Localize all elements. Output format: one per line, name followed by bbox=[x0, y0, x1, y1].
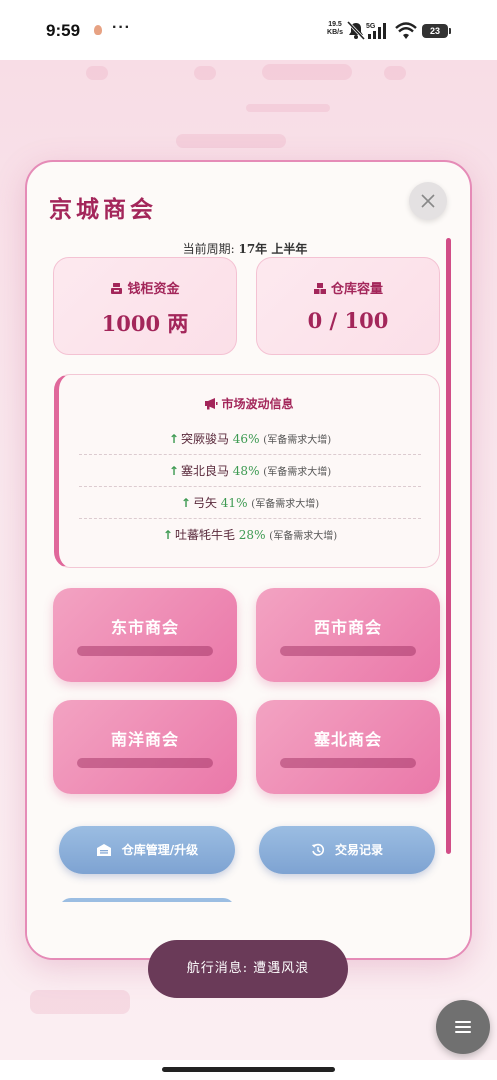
market-item-name: 吐蕃牦牛毛 bbox=[174, 528, 235, 542]
guild-name: 西市商会 bbox=[313, 618, 382, 637]
guild-bar bbox=[280, 646, 416, 656]
scrollbar[interactable] bbox=[446, 238, 451, 854]
status-time: 9:59 bbox=[46, 21, 81, 40]
market-item: ↑ 突厥骏马 46% (军备需求大增) bbox=[79, 423, 421, 455]
wifi-icon bbox=[395, 22, 417, 39]
guild-bar bbox=[77, 758, 213, 768]
battery-icon: 23 bbox=[422, 24, 451, 38]
storage-card: 仓库容量 0 / 100 bbox=[256, 257, 440, 355]
market-info-panel: 市场波动信息 ↑ 突厥骏马 46% (军备需求大增) ↑ 塞北良马 48% (军备需… bbox=[54, 374, 440, 568]
guild-name: 南洋商会 bbox=[110, 730, 179, 749]
cash-register-icon bbox=[111, 283, 123, 294]
guild-name: 塞北商会 bbox=[313, 730, 382, 749]
storage-value: 0 / 100 bbox=[307, 308, 389, 333]
mute-bell-icon bbox=[346, 20, 366, 41]
more-notifications-icon: ··· bbox=[112, 19, 131, 36]
market-title: 市场波动信息 bbox=[221, 397, 294, 411]
background-element bbox=[86, 66, 108, 80]
background-element bbox=[246, 104, 330, 112]
market-item-note: (军备需求大增) bbox=[263, 435, 332, 446]
close-button[interactable] bbox=[409, 182, 447, 220]
home-indicator[interactable] bbox=[162, 1067, 335, 1072]
market-item-pct: 46% bbox=[232, 432, 260, 446]
megaphone-icon bbox=[205, 398, 218, 410]
market-item-note: (军备需求大增) bbox=[251, 499, 320, 510]
history-icon bbox=[311, 843, 325, 856]
network-speed-unit: KB/s bbox=[327, 29, 343, 36]
market-item: ↑ 弓矢 41% (军备需求大增) bbox=[79, 487, 421, 519]
warehouse-manage-button[interactable]: 仓库管理/升级 bbox=[59, 826, 235, 874]
signal-icon: 5G bbox=[366, 23, 386, 39]
market-item: ↑ 塞北良马 48% (军备需求大增) bbox=[79, 455, 421, 487]
background-element bbox=[384, 66, 406, 80]
modal-title: 京城商会 bbox=[49, 196, 157, 223]
guild-button-saibei[interactable]: 塞北商会 bbox=[256, 700, 440, 794]
guild-button-nanyang[interactable]: 南洋商会 bbox=[53, 700, 237, 794]
funds-value: 1000 两 bbox=[101, 311, 189, 336]
market-item-name: 塞北良马 bbox=[180, 464, 229, 478]
warehouse-icon bbox=[96, 844, 111, 856]
guild-name: 东市商会 bbox=[110, 618, 179, 637]
trade-history-label: 交易记录 bbox=[334, 843, 383, 857]
market-title-row: 市场波动信息 bbox=[59, 395, 439, 412]
funds-label-row: 钱柜资金 bbox=[54, 278, 236, 297]
guild-bar bbox=[280, 758, 416, 768]
funds-label: 钱柜资金 bbox=[127, 282, 180, 297]
status-icons: 5G bbox=[346, 20, 417, 41]
up-arrow-icon: ↑ bbox=[180, 496, 191, 510]
network-speed-value: 19.5 bbox=[328, 21, 342, 28]
close-icon bbox=[421, 194, 435, 208]
funds-card: 钱柜资金 1000 两 bbox=[53, 257, 237, 355]
current-period: 当前周期: 17年 上半年 bbox=[27, 240, 463, 257]
background-element bbox=[194, 66, 216, 80]
boxes-icon bbox=[313, 283, 326, 294]
trade-history-button[interactable]: 交易记录 bbox=[259, 826, 435, 874]
voyage-toast: 航行消息: 遭遇风浪 bbox=[148, 940, 348, 998]
guild-button-east-market[interactable]: 东市商会 bbox=[53, 588, 237, 682]
notification-icon bbox=[94, 25, 102, 35]
background-element bbox=[30, 990, 130, 1014]
market-item-name: 弓矢 bbox=[192, 496, 217, 510]
up-arrow-icon: ↑ bbox=[168, 432, 179, 446]
merchant-guild-modal: 京城商会 当前周期: 17年 上半年 钱柜资金 1000 两 仓库容量 0 / … bbox=[25, 160, 472, 960]
market-item: ↑ 吐蕃牦牛毛 28% (军备需求大增) bbox=[79, 519, 421, 551]
signal-label: 5G bbox=[366, 23, 376, 30]
period-label: 当前周期: bbox=[182, 242, 239, 256]
hamburger-menu-icon bbox=[455, 1021, 471, 1033]
period-value: 17年 上半年 bbox=[238, 242, 308, 256]
warehouse-manage-label: 仓库管理/升级 bbox=[121, 843, 199, 857]
guild-button-west-market[interactable]: 西市商会 bbox=[256, 588, 440, 682]
market-item-note: (军备需求大增) bbox=[269, 531, 338, 542]
up-arrow-icon: ↑ bbox=[168, 464, 179, 478]
status-bar: 9:59 ··· 19.5 KB/s 5G 23 bbox=[0, 0, 497, 60]
network-speed: 19.5 KB/s bbox=[324, 21, 346, 37]
menu-fab[interactable] bbox=[436, 1000, 490, 1054]
market-item-name: 突厥骏马 bbox=[180, 432, 229, 446]
market-item-note: (军备需求大增) bbox=[263, 467, 332, 478]
background-element bbox=[176, 134, 286, 148]
market-item-pct: 41% bbox=[220, 496, 248, 510]
storage-label: 仓库容量 bbox=[330, 282, 383, 297]
up-arrow-icon: ↑ bbox=[162, 528, 173, 542]
storage-label-row: 仓库容量 bbox=[257, 278, 439, 297]
guild-bar bbox=[77, 646, 213, 656]
background-element bbox=[262, 64, 352, 80]
market-item-pct: 48% bbox=[232, 464, 260, 478]
market-item-pct: 28% bbox=[238, 528, 266, 542]
